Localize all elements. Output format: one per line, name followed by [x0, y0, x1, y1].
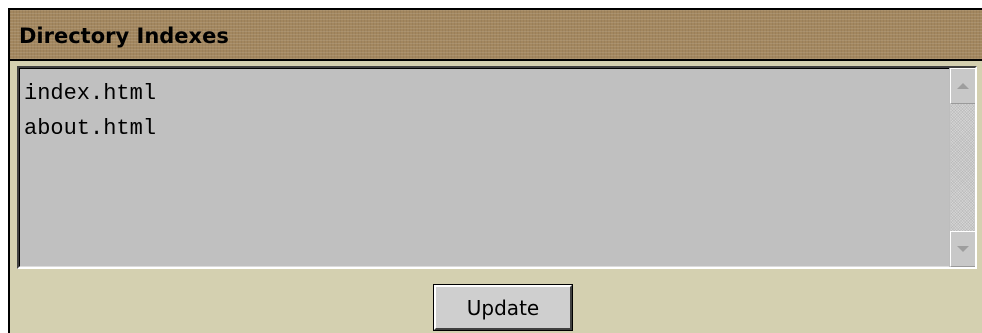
scroll-up-arrow-icon: [957, 83, 969, 89]
vertical-scrollbar[interactable]: [949, 68, 975, 267]
scroll-down-button[interactable]: [950, 231, 975, 267]
update-button[interactable]: Update: [433, 284, 573, 331]
panel-body: index.html about.html Update: [10, 61, 982, 333]
directory-index-textarea[interactable]: index.html about.html: [17, 66, 977, 269]
scroll-down-arrow-icon: [957, 246, 969, 252]
textarea-line: index.html: [24, 81, 157, 106]
scroll-up-button[interactable]: [950, 68, 975, 104]
panel-title: Directory Indexes: [19, 24, 229, 48]
directory-indexes-panel: Directory Indexes index.html about.html …: [8, 8, 982, 333]
textarea-content[interactable]: index.html about.html: [24, 76, 945, 146]
panel-titlebar: Directory Indexes: [10, 10, 982, 59]
textarea-line: about.html: [24, 116, 157, 141]
